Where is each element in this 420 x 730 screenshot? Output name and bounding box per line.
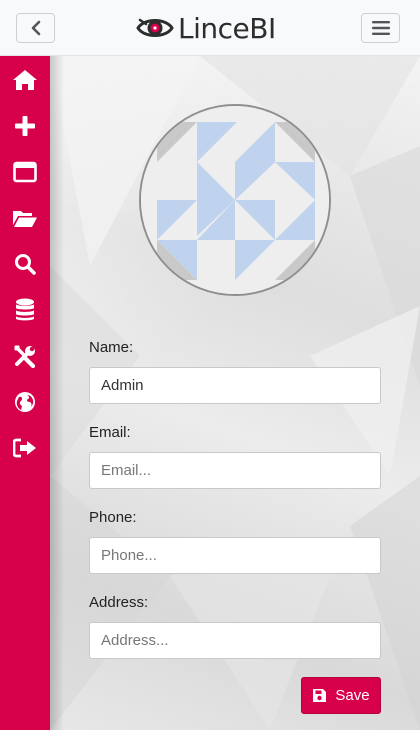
sidebar-item-search[interactable] — [0, 241, 50, 287]
chevron-left-icon — [31, 20, 40, 36]
sidebar-item-home[interactable] — [0, 57, 50, 103]
email-label: Email: — [89, 424, 131, 441]
back-button[interactable] — [16, 13, 55, 43]
email-input[interactable] — [89, 452, 381, 489]
brand-name: LinceBI — [178, 11, 276, 45]
sidebar-item-datasources[interactable] — [0, 287, 50, 333]
profile-content: Name: Email: Phone: Address: Save — [50, 56, 420, 730]
sidebar-item-logout[interactable] — [0, 425, 50, 471]
phone-input[interactable] — [89, 537, 381, 574]
folder-open-icon — [13, 211, 37, 227]
plus-icon — [15, 116, 35, 136]
brand-logo[interactable]: LinceBI — [136, 10, 276, 46]
identicon-image — [141, 106, 329, 294]
floppy-disk-icon — [313, 689, 327, 702]
database-icon — [16, 298, 34, 321]
hamburger-icon — [371, 21, 390, 35]
sign-out-icon — [13, 438, 36, 458]
save-button-label: Save — [335, 687, 370, 704]
sidebar-item-tools[interactable] — [0, 333, 50, 379]
address-input[interactable] — [89, 622, 381, 659]
home-icon — [13, 70, 37, 90]
sidebar — [0, 56, 50, 730]
top-navbar: LinceBI — [0, 0, 420, 56]
sidebar-item-browse[interactable] — [0, 195, 50, 241]
eye-logo-icon — [136, 18, 174, 37]
user-avatar[interactable] — [139, 104, 331, 296]
tools-icon — [14, 345, 36, 368]
sidebar-item-new[interactable] — [0, 103, 50, 149]
window-icon — [13, 161, 37, 183]
address-label: Address: — [89, 594, 149, 611]
sidebar-item-language[interactable] — [0, 379, 50, 425]
search-icon — [15, 254, 36, 275]
save-button[interactable]: Save — [301, 677, 381, 714]
name-input[interactable] — [89, 367, 381, 404]
sidebar-item-windows[interactable] — [0, 149, 50, 195]
globe-icon — [15, 392, 35, 412]
name-label: Name: — [89, 339, 134, 356]
menu-toggle-button[interactable] — [361, 13, 400, 43]
phone-label: Phone: — [89, 509, 137, 526]
sidebar-shadow — [50, 56, 64, 730]
